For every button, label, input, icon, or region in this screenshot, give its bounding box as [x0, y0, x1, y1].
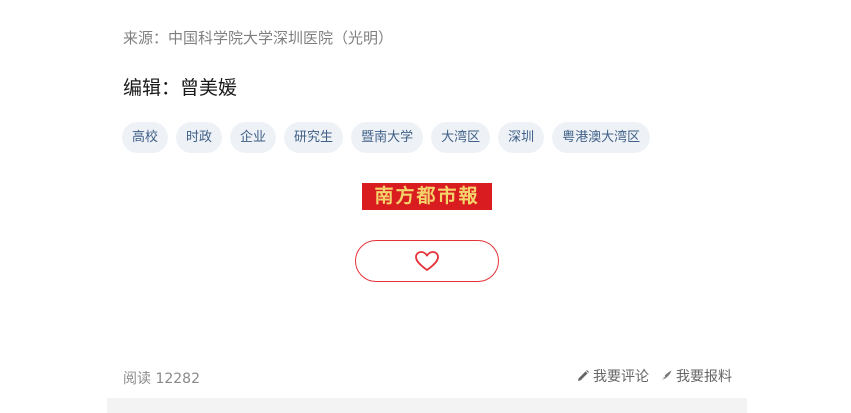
article-actions: 我要评论 我要报料	[576, 366, 732, 386]
tag-list: 高校 时政 企业 研究生 暨南大学 大湾区 深圳 粤港澳大湾区	[122, 122, 651, 153]
tag-item[interactable]: 暨南大学	[351, 122, 424, 153]
tag-item[interactable]: 时政	[176, 122, 223, 153]
report-label: 我要报料	[676, 369, 732, 385]
article-editor: 编辑：曾美媛	[123, 77, 238, 99]
divider-bar	[107, 398, 747, 413]
read-count: 阅读 12282	[123, 371, 200, 387]
comment-button[interactable]: 我要评论	[576, 366, 649, 386]
tag-item[interactable]: 深圳	[498, 122, 545, 153]
pencil-icon	[576, 369, 590, 383]
article-source: 来源：中国科学院大学深圳医院（光明）	[123, 29, 394, 47]
tag-item[interactable]: 大湾区	[431, 122, 491, 153]
quill-icon	[659, 369, 673, 383]
like-button[interactable]	[355, 240, 499, 282]
newspaper-logo: 南方都市報	[362, 183, 492, 210]
tag-item[interactable]: 研究生	[284, 122, 344, 153]
heart-icon	[414, 250, 440, 272]
tag-item[interactable]: 企业	[230, 122, 277, 153]
tag-item[interactable]: 粤港澳大湾区	[552, 122, 651, 153]
comment-label: 我要评论	[593, 369, 649, 385]
tag-item[interactable]: 高校	[122, 122, 169, 153]
report-button[interactable]: 我要报料	[659, 366, 732, 386]
